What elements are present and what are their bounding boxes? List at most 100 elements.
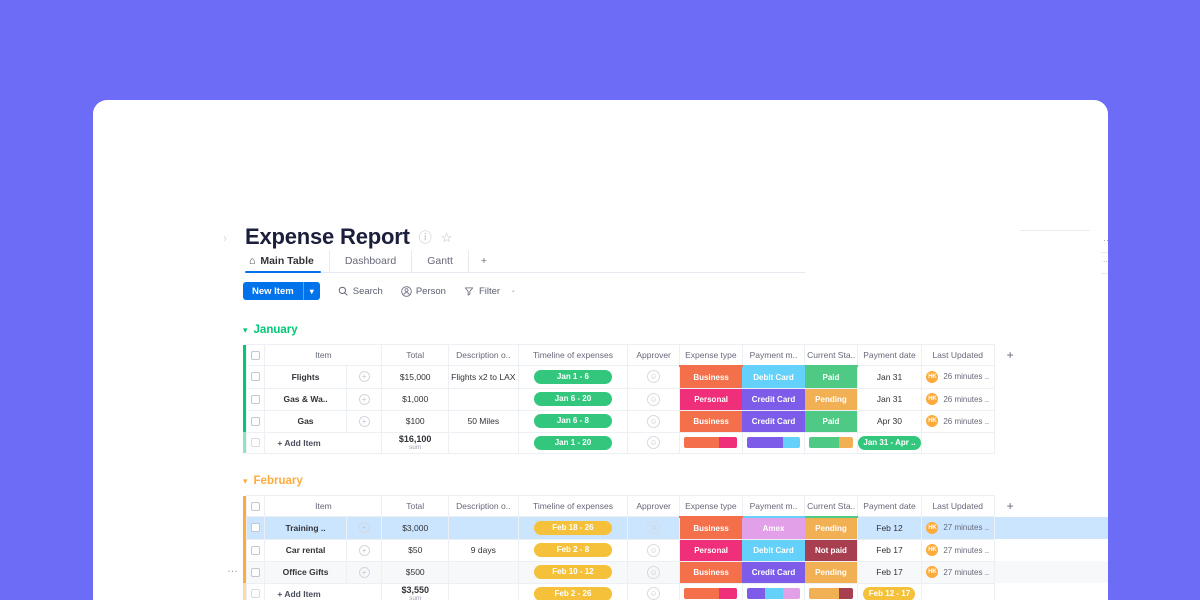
cell-payment-method[interactable]: Credit Card bbox=[742, 409, 805, 433]
row-options-icon[interactable]: … bbox=[227, 564, 239, 575]
cell-description[interactable]: 50 Miles bbox=[447, 409, 519, 433]
cell-last-updated[interactable]: HK 26 minutes .. bbox=[920, 387, 995, 411]
cell-chat[interactable]: + bbox=[345, 560, 383, 584]
column-header-total[interactable]: Total bbox=[381, 495, 449, 517]
row-checkbox[interactable] bbox=[246, 560, 266, 584]
column-header-total[interactable]: Total bbox=[381, 344, 449, 366]
filter-caret-icon[interactable]: › bbox=[510, 288, 517, 295]
cell-current-status[interactable]: Not paid bbox=[804, 538, 858, 562]
cell-last-updated[interactable]: HK 26 minutes .. bbox=[920, 409, 995, 433]
tab-main-table[interactable]: ⌂ Main Table bbox=[245, 250, 330, 272]
chevron-down-icon[interactable]: ▾ bbox=[304, 282, 320, 300]
add-column-button[interactable]: + bbox=[1007, 499, 1014, 513]
add-item-button[interactable]: + Add Item bbox=[264, 582, 383, 600]
table-row[interactable]: Gas & Wa.. + $1,000 Jan 6 - 20 ☺ Personal Cred… bbox=[243, 387, 1108, 411]
tab-gantt[interactable]: Gantt bbox=[412, 250, 469, 272]
column-header-item[interactable]: Item bbox=[264, 495, 383, 517]
cell-payment-date[interactable]: Apr 30 bbox=[857, 409, 922, 433]
cell-expense-type[interactable]: Personal bbox=[679, 538, 743, 562]
table-row[interactable]: Gas + $100 50 Miles Jan 6 - 8 ☺ Business Credit… bbox=[243, 409, 1108, 433]
cell-total[interactable]: $1,000 bbox=[381, 387, 449, 411]
cell-payment-method[interactable]: Credit Card bbox=[742, 387, 805, 411]
star-icon[interactable]: ☆ bbox=[441, 231, 453, 244]
cell-item[interactable]: Flights bbox=[264, 365, 347, 389]
cell-expense-type[interactable]: Personal bbox=[679, 387, 743, 411]
cell-current-status[interactable]: Pending bbox=[804, 516, 858, 540]
cell-approver[interactable]: ☺ bbox=[627, 538, 681, 562]
cell-payment-method[interactable]: Amex bbox=[742, 516, 805, 540]
cell-total[interactable]: $500 bbox=[381, 560, 449, 584]
column-header-description[interactable]: Description o.. bbox=[447, 344, 519, 366]
group-collapse-icon[interactable]: ▾ bbox=[243, 325, 248, 335]
cell-description[interactable] bbox=[447, 560, 519, 584]
row-checkbox[interactable] bbox=[246, 409, 266, 433]
cell-expense-type[interactable]: Business bbox=[679, 409, 743, 433]
row-checkbox[interactable] bbox=[246, 516, 266, 540]
cell-last-updated[interactable]: HK 27 minutes .. bbox=[920, 538, 995, 562]
cell-payment-date[interactable]: Feb 17 bbox=[857, 538, 922, 562]
cell-description[interactable] bbox=[447, 516, 519, 540]
cell-item[interactable]: Car rental bbox=[264, 538, 347, 562]
cell-chat[interactable]: + bbox=[345, 387, 383, 411]
row-checkbox[interactable] bbox=[246, 365, 266, 389]
cell-current-status[interactable]: Pending bbox=[804, 387, 858, 411]
cell-payment-method[interactable]: Credit Card bbox=[742, 560, 805, 584]
cell-chat[interactable]: + bbox=[345, 409, 383, 433]
cell-item[interactable]: Gas & Wa.. bbox=[264, 387, 347, 411]
cell-total[interactable]: $100 bbox=[381, 409, 449, 433]
group-collapse-icon[interactable]: ▾ bbox=[243, 476, 248, 486]
info-icon[interactable]: ⓘ bbox=[419, 231, 432, 244]
filter-button[interactable]: Filter › bbox=[464, 286, 517, 297]
footer-checkbox[interactable] bbox=[246, 582, 266, 600]
add-item-button[interactable]: + Add Item bbox=[264, 431, 383, 454]
search-button[interactable]: Search bbox=[338, 286, 383, 297]
column-header-expense-type[interactable]: Expense type bbox=[679, 495, 743, 518]
cell-expense-type[interactable]: Business bbox=[679, 365, 743, 389]
row-checkbox[interactable] bbox=[246, 538, 266, 562]
cell-approver[interactable]: ☺ bbox=[627, 516, 681, 540]
cell-timeline[interactable]: Jan 6 - 8 bbox=[517, 409, 629, 433]
cell-approver[interactable]: ☺ bbox=[627, 365, 681, 389]
select-all-checkbox[interactable] bbox=[246, 344, 266, 366]
table-row[interactable]: Training .. + $3,000 Feb 18 - 26 ☺ Business Am… bbox=[243, 516, 1108, 540]
column-header-approver[interactable]: Approver bbox=[627, 344, 681, 366]
cell-approver[interactable]: ☺ bbox=[627, 560, 681, 584]
column-header-timeline[interactable]: Timeline of expenses bbox=[517, 344, 629, 366]
column-header-description[interactable]: Description o.. bbox=[447, 495, 519, 517]
cell-timeline[interactable]: Feb 18 - 26 bbox=[517, 516, 629, 540]
cell-total[interactable]: $3,000 bbox=[381, 516, 449, 540]
cell-chat[interactable]: + bbox=[345, 516, 383, 540]
select-all-checkbox[interactable] bbox=[246, 495, 266, 517]
table-row[interactable]: Flights + $15,000 Flights x2 to LAX Jan 1 - … bbox=[243, 365, 1108, 389]
cell-item[interactable]: Training .. bbox=[264, 516, 347, 540]
column-header-approver[interactable]: Approver bbox=[627, 495, 681, 517]
cell-chat[interactable]: + bbox=[345, 365, 383, 389]
cell-current-status[interactable]: Paid bbox=[804, 365, 858, 389]
cell-description[interactable]: 9 days bbox=[447, 538, 519, 562]
cell-timeline[interactable]: Jan 1 - 6 bbox=[517, 365, 629, 389]
cell-payment-method[interactable]: Debit Card bbox=[742, 538, 805, 562]
cell-approver[interactable]: ☺ bbox=[627, 387, 681, 411]
cell-timeline[interactable]: Feb 2 - 8 bbox=[517, 538, 629, 562]
cell-item[interactable]: Office Gifts bbox=[264, 560, 347, 584]
cell-description[interactable]: Flights x2 to LAX bbox=[447, 365, 519, 389]
cell-expense-type[interactable]: Business bbox=[679, 560, 743, 584]
more-options-icon[interactable]: ⋯ bbox=[1103, 236, 1108, 245]
table-row[interactable]: Car rental + $50 9 days Feb 2 - 8 ☺ Personal De… bbox=[243, 538, 1108, 562]
tab-dashboard[interactable]: Dashboard bbox=[330, 250, 413, 272]
cell-payment-date[interactable]: Jan 31 bbox=[857, 387, 922, 411]
column-header-last-updated[interactable]: Last Updated bbox=[920, 495, 995, 517]
cell-last-updated[interactable]: HK 26 minutes .. bbox=[920, 365, 995, 389]
cell-approver[interactable]: ☺ bbox=[627, 409, 681, 433]
tab-add-view[interactable]: + bbox=[469, 250, 499, 272]
cell-current-status[interactable]: Pending bbox=[804, 560, 858, 584]
column-header-current-status[interactable]: Current Sta.. bbox=[804, 495, 859, 518]
cell-payment-date[interactable]: Jan 31 bbox=[857, 365, 922, 389]
cell-expense-type[interactable]: Business bbox=[679, 516, 743, 540]
cell-total[interactable]: $15,000 bbox=[381, 365, 449, 389]
add-item-row[interactable]: + Add Item $3,550 sum Feb 2 - 26 ☺ Feb 12 - 1… bbox=[243, 582, 1108, 600]
cell-timeline[interactable]: Feb 10 - 12 bbox=[517, 560, 629, 584]
column-header-payment-method[interactable]: Payment m.. bbox=[741, 344, 806, 367]
column-header-payment-method[interactable]: Payment m.. bbox=[741, 495, 806, 518]
add-item-row[interactable]: + Add Item $16,100 sum Jan 1 - 20 ☺ Jan 31 - … bbox=[243, 431, 1108, 454]
